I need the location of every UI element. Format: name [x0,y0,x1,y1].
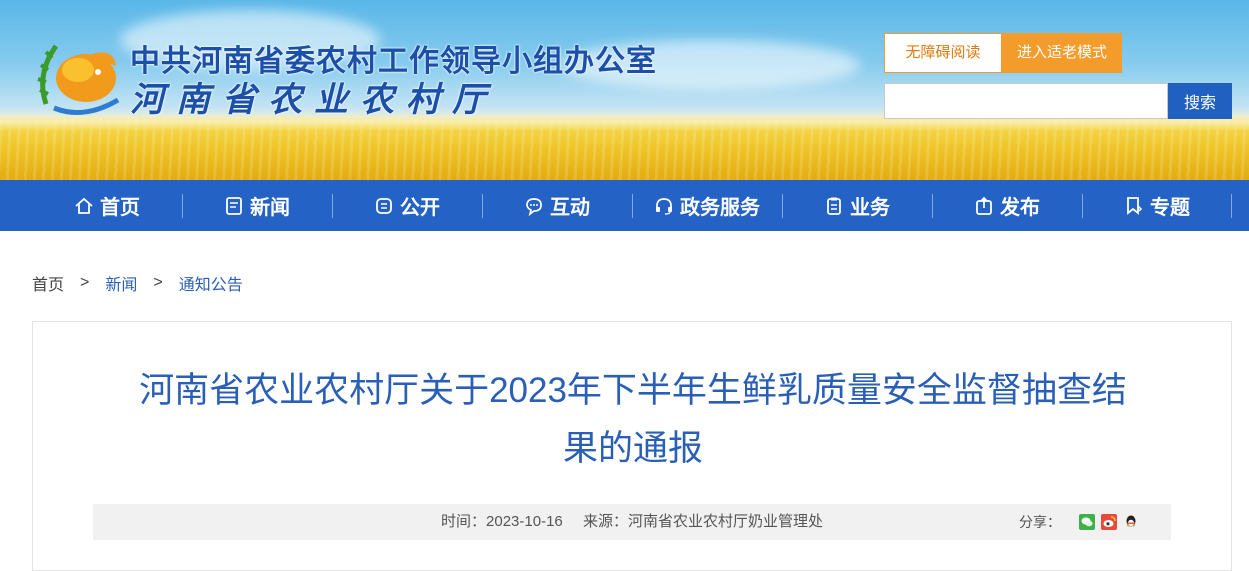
header-banner: 中共河南省委农村工作领导小组办公室 河南省农业农村厅 无障碍阅读 进入适老模式 … [0,0,1249,180]
site-title: 河南省农业农村厅 [130,80,498,120]
article-source: 来源：河南省农业农村厅奶业管理处 [582,513,823,530]
breadcrumb-separator: > [153,274,163,291]
chat-icon [524,196,544,216]
nav-item-news[interactable]: 新闻 [182,180,332,231]
clipboard-icon [824,196,844,216]
nav-item-topics[interactable]: 专题 [1082,180,1232,231]
site-logo[interactable] [34,34,124,118]
breadcrumb: 首页 > 新闻 > 通知公告 [32,271,243,295]
nav-item-label: 首页 [100,195,140,219]
wechat-icon[interactable] [1079,514,1095,530]
article-title-line: 河南省农业农村厅关于2023年下半年生鲜乳质量安全监督抽查结 [139,371,1127,410]
nav-item-label: 新闻 [250,195,290,219]
article-meta: 时间：2023-10-16 来源：河南省农业农村厅奶业管理处 [93,504,1171,540]
nav-item-label: 公开 [400,195,440,219]
article-container: 河南省农业农村厅关于2023年下半年生鲜乳质量安全监督抽查结 果的通报 时间：2… [32,321,1232,571]
weibo-icon[interactable] [1101,514,1117,530]
share-label: 分享： [1019,514,1061,530]
breadcrumb-separator: > [80,274,90,291]
breadcrumb-home-link[interactable]: 首页 [32,271,64,295]
search-input[interactable] [884,83,1168,119]
headset-icon [654,196,674,216]
publish-icon [974,196,994,216]
nav-item-label: 业务 [850,195,890,219]
nav-item-label: 专题 [1150,195,1190,219]
accessibility-reading-button[interactable]: 无障碍阅读 [884,33,1002,73]
share-bar: 分享： [1019,504,1139,540]
publish-time: 时间：2023-10-16 [441,513,563,530]
nav-item-business[interactable]: 业务 [782,180,932,231]
nav-item-home[interactable]: 首页 [32,180,182,231]
article-title-line: 果的通报 [562,429,703,468]
nav-item-publish[interactable]: 发布 [932,180,1082,231]
elder-mode-button[interactable]: 进入适老模式 [1002,33,1122,73]
qq-icon[interactable] [1123,514,1139,530]
search-button[interactable]: 搜索 [1168,83,1232,119]
main-nav: 首页 新闻 公开 互动 政务服务 业务 发布 专题 [0,180,1249,231]
nav-item-label: 政务服务 [680,195,760,219]
nav-item-label: 发布 [1000,195,1040,219]
breadcrumb-news-link[interactable]: 新闻 [105,271,137,295]
bookmark-icon [1124,196,1144,216]
nav-item-interact[interactable]: 互动 [482,180,632,231]
nav-item-label: 互动 [550,195,590,219]
home-icon [74,196,94,216]
article-title: 河南省农业农村厅关于2023年下半年生鲜乳质量安全监督抽查结 果的通报 [93,362,1173,478]
news-icon [224,196,244,216]
nav-item-open[interactable]: 公开 [332,180,482,231]
nav-item-services[interactable]: 政务服务 [632,180,782,231]
breadcrumb-notice-link[interactable]: 通知公告 [179,271,243,295]
open-icon [374,196,394,216]
article-meta-bar: 时间：2023-10-16 来源：河南省农业农村厅奶业管理处 分享： [93,504,1171,540]
